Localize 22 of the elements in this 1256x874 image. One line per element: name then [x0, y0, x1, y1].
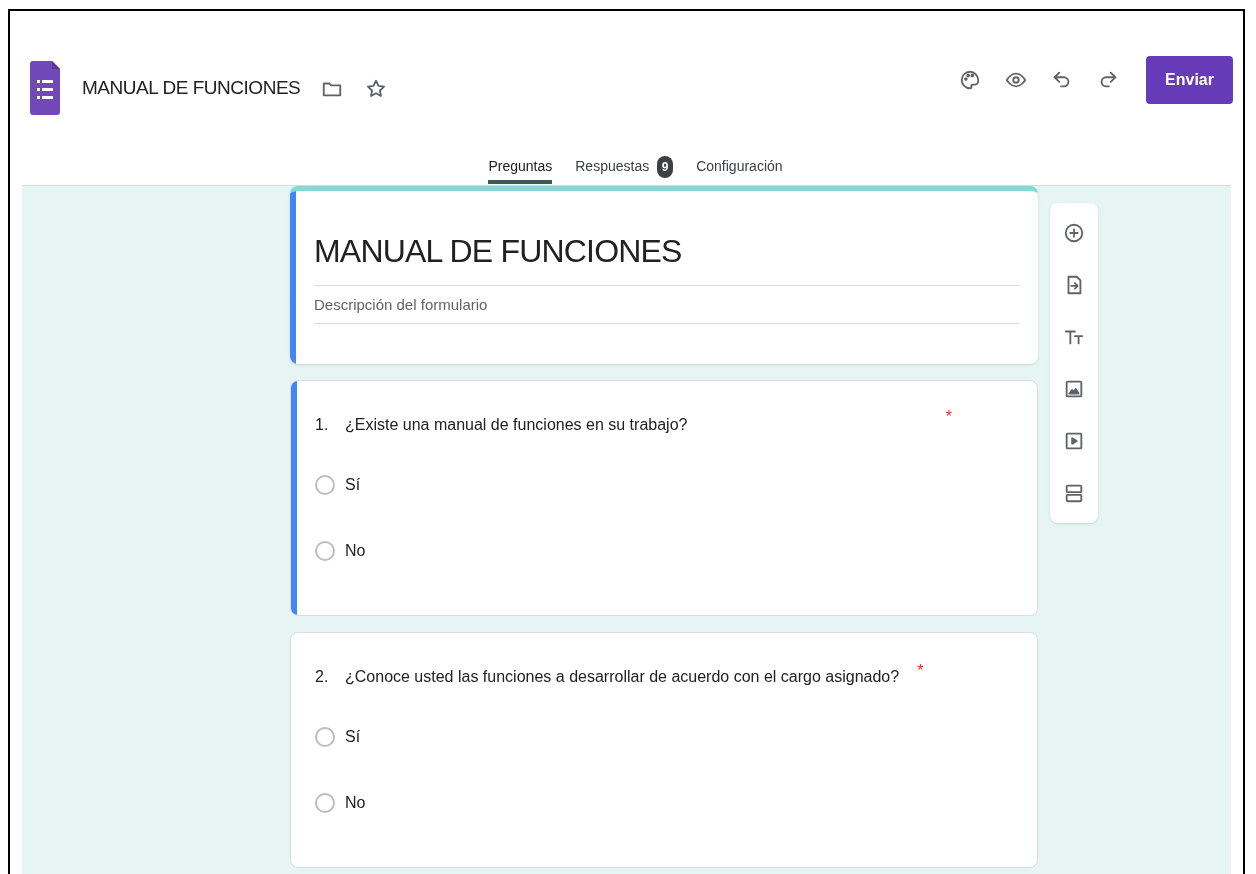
question-number: 1. — [315, 414, 330, 435]
required-asterisk: * — [945, 406, 952, 427]
radio-button[interactable] — [315, 726, 335, 747]
question-text[interactable]: ¿Existe una manual de funciones en su trabajo? — [345, 412, 688, 437]
radio-button[interactable] — [315, 792, 335, 813]
form-name[interactable]: MANUAL DE FUNCIONES — [82, 74, 301, 103]
description-field[interactable]: Descripción del formulario — [314, 294, 1020, 324]
send-button[interactable]: Enviar — [1146, 55, 1233, 104]
radio-button[interactable] — [315, 474, 335, 495]
option-label: Sí — [345, 474, 361, 495]
option-label: Sí — [345, 726, 361, 747]
tab[interactable]: Respuestas 9 — [575, 156, 674, 184]
radio-button[interactable] — [315, 540, 335, 561]
question-text[interactable]: ¿Conoce usted las funciones a desarrollar de acuerdo con el cargo asignado? — [345, 664, 900, 689]
form-title[interactable]: MANUAL DE FUNCIONES — [314, 227, 1020, 286]
response-count-badge: 9 — [657, 156, 674, 178]
question-number: 2. — [315, 666, 330, 687]
option-label: No — [345, 792, 366, 813]
forms-logo-icon[interactable] — [30, 61, 60, 116]
tab[interactable]: Configuración — [696, 156, 783, 184]
required-asterisk: * — [917, 660, 924, 681]
option-label: No — [345, 540, 366, 561]
